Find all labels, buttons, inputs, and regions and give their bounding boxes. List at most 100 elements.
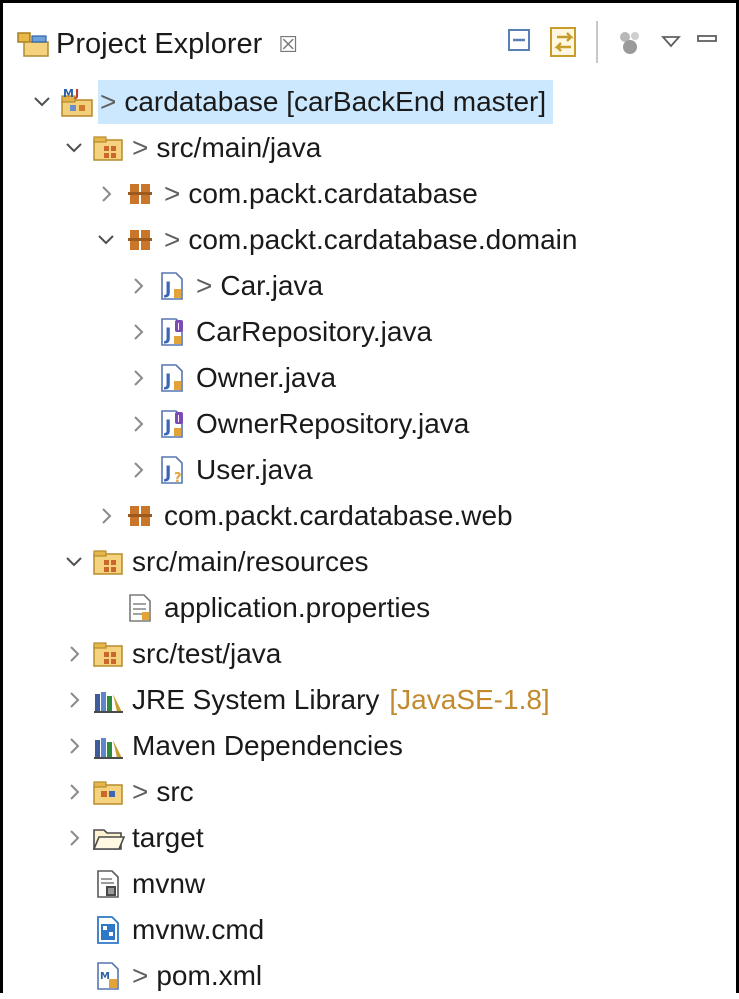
tree-item-label: src/main/resources	[132, 546, 369, 577]
svg-text:I: I	[177, 414, 180, 425]
tree-item-label: OwnerRepository.java	[196, 408, 470, 439]
maven-project-icon: MJ	[60, 86, 94, 118]
tree-item[interactable]: > src	[6, 769, 733, 815]
collapse-chevron-icon[interactable]	[60, 778, 88, 806]
tree-item[interactable]: J Owner.java	[6, 355, 733, 401]
collapse-chevron-icon[interactable]	[60, 732, 88, 760]
collapse-chevron-icon[interactable]	[92, 180, 120, 208]
tree-item[interactable]: mvnw.cmd	[6, 907, 733, 953]
java-interface-icon: JI	[156, 408, 190, 440]
svg-text:J: J	[74, 87, 79, 100]
tree-item[interactable]: J? User.java	[6, 447, 733, 493]
svg-text:J: J	[164, 463, 171, 483]
tree-item[interactable]: J > Car.java	[6, 263, 733, 309]
tree-item-label: pom.xml	[156, 960, 263, 991]
tree-item-label: src	[156, 776, 194, 807]
project-explorer-tab[interactable]: Project Explorer ☒	[6, 6, 346, 82]
tree-item-label: com.packt.cardatabase	[188, 178, 478, 209]
tree-item-label: CarRepository.java	[196, 316, 433, 347]
svg-text:J: J	[164, 279, 171, 299]
collapse-chevron-icon[interactable]	[124, 456, 152, 484]
source-folder-icon	[92, 132, 126, 164]
collapse-chevron-icon[interactable]	[60, 824, 88, 852]
tree-item-label: Owner.java	[196, 362, 337, 393]
expand-chevron-icon[interactable]	[60, 548, 88, 576]
svg-text:J: J	[164, 371, 171, 391]
view-toolbar	[498, 14, 724, 70]
tree-item[interactable]: > com.packt.cardatabase.domain	[6, 217, 733, 263]
collapse-chevron-icon[interactable]	[60, 686, 88, 714]
svg-text:J: J	[164, 325, 171, 345]
minimize-icon[interactable]	[690, 20, 724, 64]
project-explorer-icon	[16, 30, 50, 58]
tree-item-label: com.packt.cardatabase.web	[164, 500, 513, 531]
tree-item-label: application.properties	[164, 592, 431, 623]
dirty-marker: >	[132, 960, 149, 991]
tree-item-label: Maven Dependencies	[132, 730, 403, 761]
tree-item[interactable]: target	[6, 815, 733, 861]
collapse-chevron-icon[interactable]	[92, 502, 120, 530]
svg-text:M: M	[100, 971, 110, 982]
svg-text:I: I	[177, 322, 180, 333]
collapse-chevron-icon[interactable]	[124, 272, 152, 300]
java-class-icon: J	[156, 362, 190, 394]
tree-item[interactable]: M J > cardatabase [carBackEnd master]	[6, 79, 733, 125]
collapse-chevron-icon[interactable]	[124, 318, 152, 346]
view-menu-icon[interactable]	[652, 20, 690, 64]
tree-item[interactable]: > src/main/java	[6, 125, 733, 171]
tree-item[interactable]: mvnw	[6, 861, 733, 907]
tree-item-label: mvnw.cmd	[132, 914, 265, 945]
toolbar-separator	[596, 21, 598, 63]
tree-item[interactable]: J I OwnerRepository.java	[6, 401, 733, 447]
link-with-editor-icon[interactable]	[542, 20, 586, 64]
java-interface-icon: JI	[156, 316, 190, 348]
tree-item-label: src/main/java	[156, 132, 322, 163]
build-icon[interactable]	[608, 20, 652, 64]
tree-item[interactable]: src/main/resources	[6, 539, 733, 585]
tree-item[interactable]: application.properties	[6, 585, 733, 631]
tree-item[interactable]: J I CarRepository.java	[6, 309, 733, 355]
tree-item-label: cardatabase [carBackEnd master]	[124, 86, 547, 117]
library-icon	[92, 684, 126, 716]
source-folder-icon	[92, 546, 126, 578]
cmd-file-icon	[92, 914, 126, 946]
expand-chevron-icon[interactable]	[28, 88, 56, 116]
xml-file-icon: M	[92, 960, 126, 992]
collapse-all-icon[interactable]	[498, 20, 542, 64]
tree-item[interactable]: JRE System Library [JavaSE-1.8]	[6, 677, 733, 723]
dirty-marker: >	[132, 776, 149, 807]
collapse-chevron-icon[interactable]	[124, 410, 152, 438]
tree-item[interactable]: Maven Dependencies	[6, 723, 733, 769]
view-header: Project Explorer ☒	[6, 6, 736, 79]
package-icon	[124, 500, 158, 532]
dirty-marker: >	[100, 86, 117, 117]
expand-chevron-icon[interactable]	[60, 134, 88, 162]
dirty-marker: >	[196, 270, 213, 301]
library-icon	[92, 730, 126, 762]
properties-file-icon	[124, 592, 158, 624]
tree-item-label: JRE System Library	[132, 684, 380, 715]
close-icon[interactable]: ☒	[278, 32, 298, 58]
java-class-icon: J	[156, 270, 190, 302]
package-icon	[124, 224, 158, 256]
collapse-chevron-icon[interactable]	[124, 364, 152, 392]
tree-item-label: target	[132, 822, 204, 853]
tree-item-decoration: [JavaSE-1.8]	[389, 684, 550, 715]
collapse-chevron-icon[interactable]	[60, 640, 88, 668]
tree-item[interactable]: M > pom.xml	[6, 953, 733, 999]
dirty-marker: >	[132, 132, 149, 163]
svg-text:M: M	[63, 87, 74, 100]
tree-item-label: mvnw	[132, 868, 206, 899]
expand-chevron-icon[interactable]	[92, 226, 120, 254]
tree-item[interactable]: > com.packt.cardatabase	[6, 171, 733, 217]
tree-item-label: com.packt.cardatabase.domain	[188, 224, 578, 255]
tree-item[interactable]: com.packt.cardatabase.web	[6, 493, 733, 539]
tree-item[interactable]: src/test/java	[6, 631, 733, 677]
view-title: Project Explorer	[56, 27, 263, 60]
folder-dirty-icon	[92, 776, 126, 808]
dirty-marker: >	[164, 178, 181, 209]
tree-item-label: Car.java	[220, 270, 324, 301]
